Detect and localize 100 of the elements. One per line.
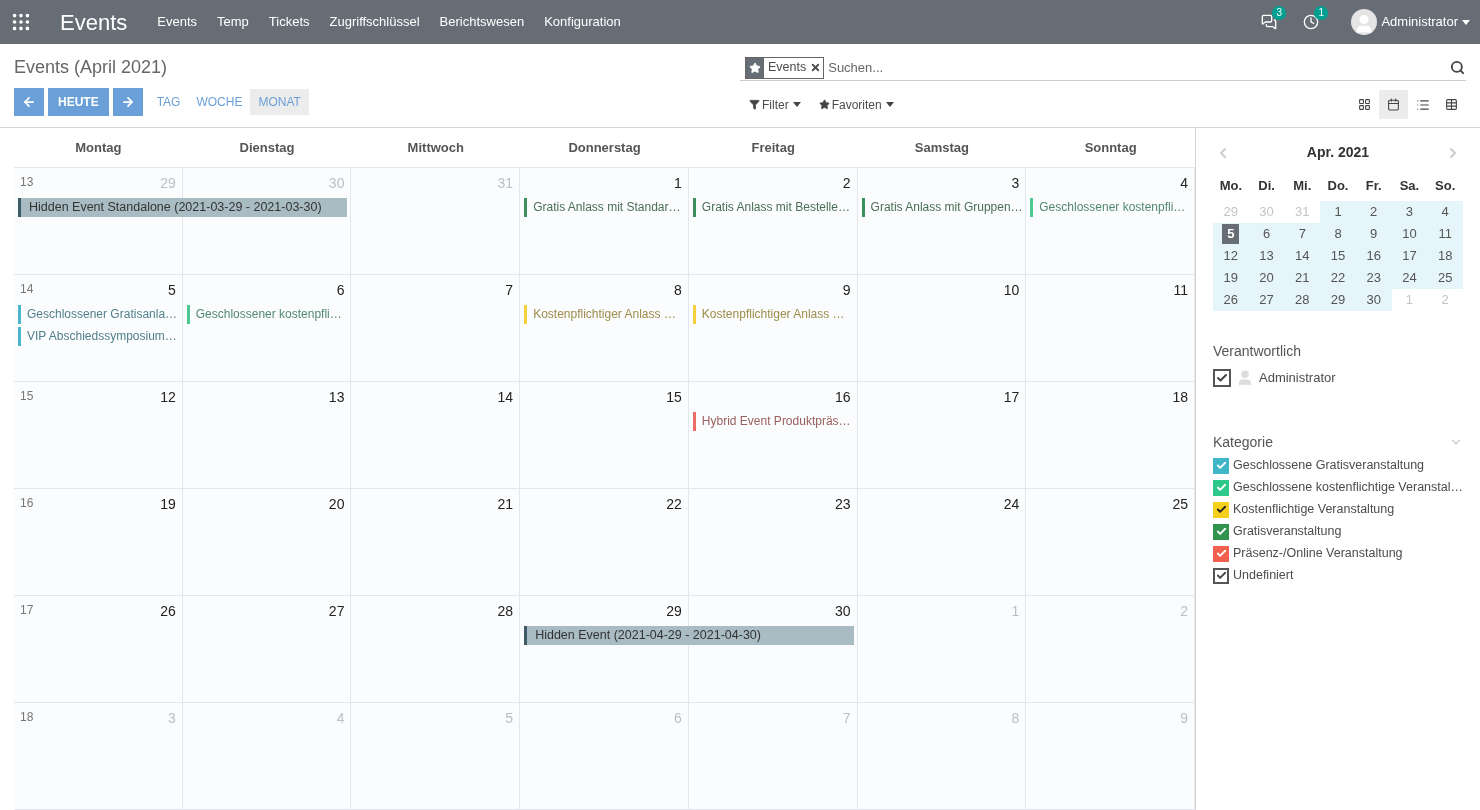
day-number[interactable]: 16 [835,387,851,408]
mini-calendar-day[interactable]: 30 [1355,289,1392,311]
menu-item[interactable]: Tickets [268,12,310,32]
day-number[interactable]: 11 [1173,280,1188,301]
remove-icon[interactable] [810,62,822,73]
mini-calendar-day[interactable]: 13 [1248,245,1285,267]
event-chip[interactable]: Gratis Anlass mit Gruppen… [861,198,1023,217]
mini-calendar-day[interactable]: 5 [1213,223,1249,245]
mini-calendar-day[interactable]: 11 [1427,223,1463,245]
day-number[interactable]: 27 [328,601,345,622]
mini-calendar-day[interactable]: 6 [1248,223,1285,245]
day-number[interactable]: 3 [1011,173,1020,194]
day-number[interactable]: 4 [1180,173,1188,194]
mini-calendar-day[interactable]: 20 [1248,267,1285,289]
day-number[interactable]: 9 [842,280,851,301]
day-number[interactable]: 28 [497,601,514,622]
mini-calendar-day[interactable]: 8 [1320,223,1356,245]
event-chip[interactable]: Hybrid Event Produktpräs… [692,412,854,431]
day-number[interactable]: 20 [328,494,345,515]
user-menu[interactable]: Administrator [1381,12,1470,32]
day-number[interactable]: 30 [835,601,851,622]
mini-calendar-day[interactable]: 1 [1320,201,1356,223]
mini-calendar-day[interactable]: 15 [1320,245,1356,267]
avatar [1351,9,1378,35]
day-number[interactable]: 24 [1003,494,1020,515]
menu-item[interactable]: Events [157,12,197,32]
mini-calendar-day[interactable]: 19 [1213,267,1249,289]
day-number[interactable]: 13 [328,387,345,408]
mini-calendar-day[interactable]: 22 [1320,267,1356,289]
search-input[interactable]: Suchen... [828,57,1450,78]
mini-calendar-day[interactable]: 12 [1213,245,1249,267]
next-button[interactable] [112,88,143,116]
mini-calendar-day[interactable]: 3 [1391,201,1428,223]
day-number[interactable]: 17 [1003,387,1020,408]
day-number[interactable]: 22 [666,494,682,515]
mini-calendar-day[interactable]: 25 [1427,267,1463,289]
mini-calendar-day[interactable]: 16 [1355,245,1392,267]
checkbox[interactable] [1213,479,1229,496]
menu-item[interactable]: Berichtswesen [439,12,525,32]
mini-calendar-day[interactable]: 18 [1427,245,1463,267]
event-chip[interactable]: Gratis Anlass mit Bestelle… [692,198,854,217]
checkbox[interactable] [1213,457,1229,474]
mini-calendar-day[interactable]: 17 [1391,245,1428,267]
day-number[interactable]: 7 [505,280,514,301]
day-number[interactable]: 25 [1172,494,1188,515]
day-number[interactable]: 21 [497,494,514,515]
day-number[interactable]: 5 [167,280,176,301]
checkbox[interactable] [1213,567,1229,584]
search-icon[interactable] [1450,60,1465,75]
menu-item[interactable]: Konfiguration [544,12,621,32]
day-number[interactable]: 19 [160,494,176,515]
messages-icon[interactable] [1261,14,1278,30]
apps-menu-icon[interactable] [10,11,32,33]
mini-calendar-day[interactable]: 29 [1320,289,1356,311]
favorites-dropdown[interactable]: Favoriten [818,95,894,114]
day-number[interactable]: 15 [666,387,682,408]
event-chip[interactable]: Gratis Anlass mit Standar… [524,198,685,217]
menu-item[interactable]: Temp [217,12,249,32]
event-bar[interactable]: Hidden Event (2021-04-29 - 2021-04-30) [524,626,854,645]
checkbox[interactable] [1213,368,1231,387]
day-number[interactable]: 1 [674,173,682,194]
mini-calendar-day[interactable]: 4 [1427,201,1463,223]
event-chip[interactable]: Geschlossener kostenpfli… [186,305,348,324]
mini-calendar-day[interactable]: 23 [1355,267,1392,289]
day-number[interactable]: 12 [160,387,176,408]
event-chip[interactable]: Geschlossener Gratisanla… [18,305,179,324]
mini-calendar-day[interactable]: 7 [1284,223,1321,245]
mini-calendar-day[interactable]: 28 [1284,289,1321,311]
day-number[interactable]: 14 [497,387,514,408]
view-switch-button[interactable] [1379,90,1408,119]
day-number[interactable]: 8 [674,280,682,301]
menu-item[interactable]: Zugriffschlüssel [329,12,420,32]
count-badge: 3 [1272,6,1286,20]
mini-calendar-day[interactable]: 21 [1284,267,1321,289]
day-number[interactable]: 10 [1003,280,1020,301]
mini-calendar-day[interactable]: 9 [1355,223,1392,245]
day-number[interactable]: 18 [1172,387,1188,408]
mini-calendar-day[interactable]: 27 [1248,289,1285,311]
day-number[interactable]: 26 [160,601,176,622]
checkbox[interactable] [1213,501,1229,518]
event-bar[interactable]: Hidden Event Standalone (2021-03-29 - 2021-03-30) [18,198,348,217]
day-number[interactable]: 29 [666,601,682,622]
event-chip[interactable]: VIP Abschiedssymposium… [18,327,179,346]
section-title: Verantwortlich [1213,342,1302,361]
week-number: 15 [20,388,34,405]
search-field[interactable]: Events Suchen... [740,55,1466,81]
mini-calendar-day[interactable]: 24 [1391,267,1428,289]
mini-calendar-day[interactable]: 26 [1213,289,1249,311]
mini-calendar-day[interactable]: 2 [1355,201,1392,223]
checkbox[interactable] [1213,523,1229,540]
week-number: 17 [20,602,34,619]
day-number[interactable]: 23 [835,494,851,515]
mini-calendar-day[interactable]: 10 [1391,223,1428,245]
mini-calendar-day[interactable]: 14 [1284,245,1321,267]
filter-dropdown[interactable]: Filter [749,95,801,114]
day-number[interactable]: 2 [842,173,851,194]
day-number[interactable]: 6 [336,280,345,301]
event-chip[interactable]: Geschlossener kostenpfli… [1030,198,1191,217]
checkbox[interactable] [1213,545,1229,562]
clock-icon[interactable] [1303,14,1320,30]
